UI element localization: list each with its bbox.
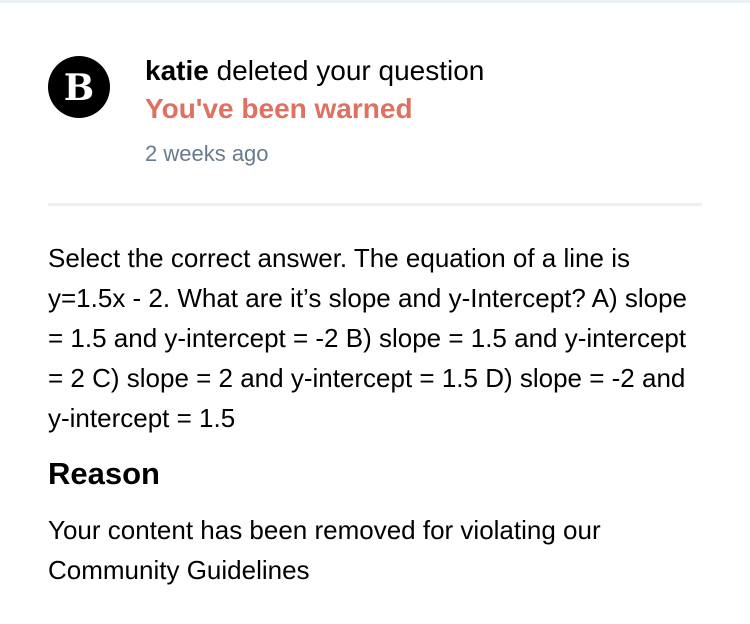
- divider: [48, 203, 702, 206]
- notification-header: katie deleted your question You've been …: [145, 54, 705, 168]
- reason-text: Your content has been removed for violat…: [48, 515, 601, 585]
- reason-heading: Reason: [48, 456, 160, 491]
- warning-text: You've been warned: [145, 93, 413, 124]
- timestamp: 2 weeks ago: [145, 141, 269, 166]
- avatar[interactable]: B: [48, 56, 110, 118]
- deletion-notice: katie deleted your question: [145, 54, 705, 88]
- username-link[interactable]: katie: [145, 55, 209, 86]
- avatar-letter: B: [63, 66, 95, 109]
- deleted-question-text: Select the correct answer. The equation …: [48, 243, 688, 433]
- top-border: [0, 0, 750, 3]
- action-text: deleted your question: [208, 55, 485, 86]
- notification-page: B katie deleted your question You've bee…: [0, 0, 750, 624]
